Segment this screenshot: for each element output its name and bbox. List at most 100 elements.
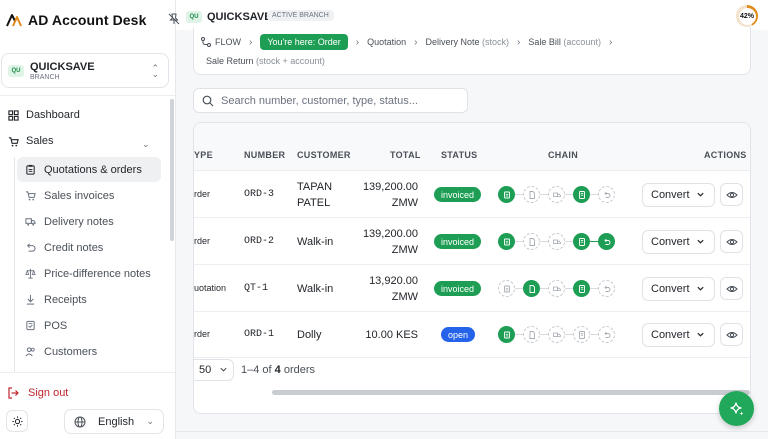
row-total: 139,200.00 ZMW — [362, 181, 418, 209]
order-step-icon[interactable] — [523, 280, 540, 297]
table-row[interactable]: rder ORD-1 Dolly 10.00 KES open Convert — [194, 311, 750, 358]
quotation-step-icon[interactable] — [498, 326, 515, 343]
chain-connector — [515, 288, 523, 289]
sidebar-item-dashboard[interactable]: Dashboard — [8, 109, 80, 121]
chevron-right-icon: › — [608, 36, 613, 48]
invoice-step-icon[interactable] — [573, 280, 590, 297]
language-label: English — [98, 415, 135, 428]
col-status[interactable]: STATUS — [441, 150, 477, 160]
progress-gauge[interactable]: 42% — [736, 5, 758, 27]
chain-connector — [565, 334, 573, 335]
download-icon — [26, 294, 35, 305]
table-header: YPE NUMBER CUSTOMER TOTAL STATUS CHAIN A… — [194, 123, 750, 171]
delivery-step-icon — [548, 233, 565, 250]
chevron-down-icon — [696, 284, 705, 296]
convert-button[interactable]: Convert — [642, 277, 715, 301]
col-number[interactable]: NUMBER — [244, 150, 285, 160]
chevron-down-icon — [696, 190, 705, 202]
delivery-step-icon — [548, 186, 565, 203]
status-badge: invoiced — [434, 281, 482, 296]
sidebar-item-label: Receipts — [44, 293, 87, 306]
document-chain — [498, 186, 615, 203]
view-button[interactable] — [720, 323, 743, 346]
chain-connector — [590, 194, 598, 195]
view-button[interactable] — [720, 230, 743, 253]
document-chain — [498, 233, 615, 250]
app-name: AD Account Desk — [28, 12, 147, 28]
sidebar-item-delivery-notes[interactable]: Delivery notes — [17, 209, 161, 234]
flow-step-sale-return[interactable]: Sale Return (stock + account) — [206, 56, 325, 66]
eye-icon — [725, 191, 738, 198]
row-total: 139,200.00 ZMW — [362, 228, 418, 256]
row-number[interactable]: ORD-3 — [244, 189, 274, 200]
sidebar-item-price-difference-notes[interactable]: Price-difference notes — [17, 261, 161, 286]
flow-step-delivery-note[interactable]: Delivery Note (stock) — [426, 37, 510, 47]
table-row[interactable]: uotation QT-1 Walk-in 13,920.00 ZMW invoiced C… — [194, 265, 750, 312]
sidebar-item-label: Credit notes — [44, 241, 104, 254]
sidebar-item-credit-notes[interactable]: Credit notes — [17, 235, 161, 260]
row-type: rder — [194, 189, 211, 199]
row-type: rder — [194, 236, 211, 246]
flow-icon — [201, 37, 211, 47]
progress-label: 42% — [738, 7, 756, 25]
eye-icon — [725, 238, 738, 245]
theme-toggle-button[interactable] — [6, 410, 28, 432]
sidebar-item-sales[interactable]: Sales — [8, 135, 54, 147]
delivery-step-icon — [548, 280, 565, 297]
quotation-step-icon[interactable] — [498, 233, 515, 250]
sign-out-label: Sign out — [28, 387, 69, 399]
view-button[interactable] — [720, 183, 743, 206]
table-row[interactable]: rder ORD-3 TAPAN PATEL 139,200.00 ZMW invoiced… — [194, 171, 750, 218]
quotation-step-icon — [498, 280, 515, 297]
invoice-step-icon[interactable] — [573, 186, 590, 203]
table-footer: 50 1–4 of 4 orders — [194, 353, 750, 393]
flow-step-quotation[interactable]: Quotation — [367, 37, 406, 47]
sidebar-item-label: Price-difference notes — [44, 267, 151, 280]
convert-button[interactable]: Convert — [642, 230, 715, 254]
row-number[interactable]: ORD-2 — [244, 236, 274, 247]
horizontal-scrollbar[interactable] — [272, 390, 750, 395]
view-button[interactable] — [720, 277, 743, 300]
invoice-step-icon[interactable] — [573, 233, 590, 250]
chevron-updown-icon: ⌃ ⌄ — [151, 63, 159, 79]
flow-step-sale-bill[interactable]: Sale Bill (account) — [528, 37, 601, 47]
sidebar-item-receipts[interactable]: Receipts — [17, 287, 161, 312]
chain-connector — [540, 288, 548, 289]
branch-switcher[interactable]: QU QUICKSAVE BRANCH ⌃ ⌄ — [1, 53, 169, 88]
ai-assistant-button[interactable] — [719, 391, 754, 426]
row-type: rder — [194, 329, 211, 339]
page-size-select[interactable]: 50 — [194, 359, 234, 381]
table-row[interactable]: rder ORD-2 Walk-in 139,200.00 ZMW invoiced Con… — [194, 218, 750, 265]
chain-connector — [540, 241, 548, 242]
col-chain: CHAIN — [548, 150, 578, 160]
col-customer[interactable]: CUSTOMER — [297, 150, 351, 160]
language-select[interactable]: English ⌄ — [64, 409, 164, 434]
col-total[interactable]: TOTAL — [390, 150, 421, 160]
row-number[interactable]: ORD-1 — [244, 329, 274, 340]
sidebar: AD Account Desk QU QUICKSAVE BRANCH ⌃ ⌄ D… — [0, 0, 176, 439]
active-branch-name: QUICKSAVE — [207, 11, 272, 23]
sidebar-item-pos[interactable]: POS — [17, 313, 161, 338]
chain-connector — [590, 334, 598, 335]
sidebar-item-quotations-orders[interactable]: Quotations & orders — [17, 157, 161, 182]
col-type[interactable]: YPE — [194, 150, 213, 160]
convert-button[interactable]: Convert — [642, 323, 715, 347]
flow-label: FLOW — [201, 37, 241, 47]
chain-connector — [515, 334, 523, 335]
sign-out-button[interactable]: Sign out — [7, 387, 68, 399]
quotation-step-icon[interactable] — [498, 186, 515, 203]
brand[interactable]: AD Account Desk — [6, 12, 146, 28]
unpin-icon[interactable] — [168, 13, 180, 25]
search-input[interactable] — [221, 94, 461, 107]
sidebar-item-label: Sales invoices — [44, 189, 115, 202]
chevron-down-icon[interactable]: ⌄ — [142, 139, 150, 150]
cart-icon — [8, 136, 19, 146]
undo-icon — [27, 243, 36, 252]
convert-button[interactable]: Convert — [642, 183, 715, 207]
sidebar-item-sales-invoices[interactable]: Sales invoices — [17, 183, 161, 208]
users-icon — [25, 347, 35, 357]
row-number[interactable]: QT-1 — [244, 283, 268, 294]
sidebar-item-customers[interactable]: Customers — [17, 339, 161, 364]
grid-icon — [8, 109, 19, 121]
return-step-icon[interactable] — [598, 233, 615, 250]
